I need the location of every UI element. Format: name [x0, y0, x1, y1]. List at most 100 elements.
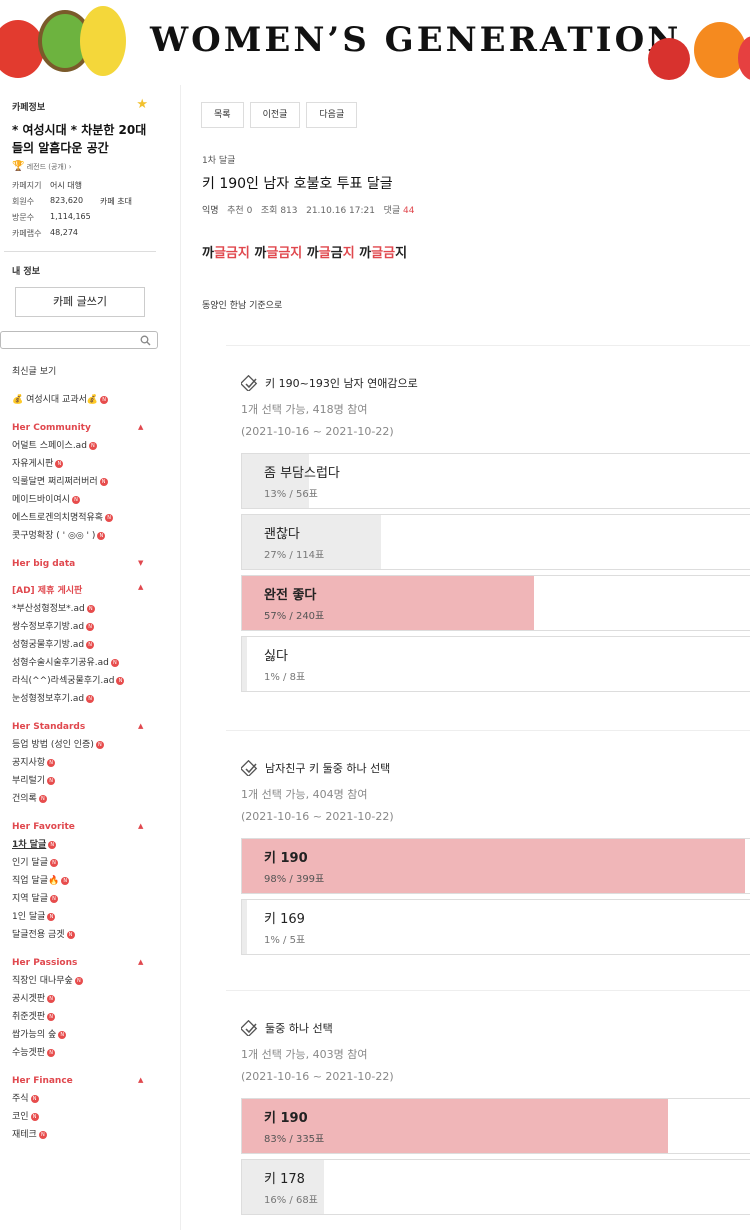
headline-segment: 까 [249, 246, 267, 261]
menu-item[interactable]: 익룰달면 쩌리쩌러버러 N [0, 473, 160, 491]
menu-item[interactable]: 공시겟판 N [0, 990, 160, 1008]
menu-item[interactable]: 취준겟판 N [0, 1008, 160, 1026]
menu-item[interactable]: 건의록 N [0, 790, 160, 808]
new-badge-icon: N [99, 477, 108, 486]
new-badge-icon: N [86, 694, 95, 703]
header-banner: WOMEN’S GENERATION [0, 0, 750, 85]
toggle-arrow-icon[interactable]: ▲ [138, 583, 143, 591]
toggle-arrow-icon[interactable]: ▲ [138, 822, 143, 830]
lemon-mascot-icon [80, 6, 126, 76]
search-icon[interactable] [140, 335, 151, 346]
poll-option[interactable]: 키 190 98% / 399표 [241, 838, 750, 894]
menu-item[interactable]: 쌍수정보후기방.ad N [0, 618, 160, 636]
menu-item[interactable]: 어덜트 스페이스.ad N [0, 437, 160, 455]
sidebar-search-input[interactable] [0, 331, 158, 349]
star-icon[interactable]: ★ [136, 97, 148, 112]
post-category[interactable]: 1차 달글 [202, 153, 235, 166]
textbook-link[interactable]: 💰 여성시대 교과서💰 N [0, 391, 160, 409]
next-post-button[interactable]: 다음글 [306, 102, 358, 128]
menu-item[interactable]: 등업 방법 (성인 인증) N [0, 736, 160, 754]
menu-item[interactable]: 성형수술시술후기공유.ad N [0, 654, 160, 672]
poll-option-result: 83% / 335표 [264, 1134, 325, 1145]
cafe-name[interactable]: * 여성시대 * 차분한 20대들의 알흠다운 공간 [12, 121, 148, 157]
toggle-arrow-icon[interactable]: ▲ [138, 722, 143, 730]
recent-posts-link[interactable]: 최신글 보기 [0, 363, 160, 381]
menu-item[interactable]: 성형궁물후기방.ad N [0, 636, 160, 654]
toggle-arrow-icon[interactable]: ▼ [138, 559, 143, 567]
poll-info: 1개 선택 가능, 404명 참여 (2021-10-16 ~ 2021-10-2… [241, 788, 394, 823]
menu-item[interactable]: 눈성형정보후기.ad N [0, 690, 160, 708]
menu-item[interactable]: 1차 달글 N [0, 836, 160, 854]
poll-option[interactable]: 좀 부담스럽다 13% / 56표 [241, 453, 750, 509]
poll-option[interactable]: 완전 좋다 57% / 240표 [241, 575, 750, 631]
poll-divider [226, 345, 750, 346]
menu-item[interactable]: 직장인 대나무숲 N [0, 972, 160, 990]
poll-option[interactable]: 키 169 1% / 5표 [241, 899, 750, 955]
headline-segment: 까 [302, 246, 319, 261]
apple-mascot-icon [0, 20, 44, 78]
menu-item[interactable]: 직업 달글🔥 N [0, 872, 160, 890]
poll-option-label: 싫다 [264, 649, 288, 664]
comments-link[interactable]: 댓글 44 [384, 206, 415, 216]
poll-option[interactable]: 괜찮다 27% / 114표 [241, 514, 750, 570]
menu-item[interactable]: 달글전용 금겟 N [0, 926, 160, 944]
new-badge-icon: N [86, 640, 95, 649]
poll-option[interactable]: 키 178 16% / 68표 [241, 1159, 750, 1215]
cafe-info-label: 카페정보 ★ [12, 97, 148, 113]
poll-option[interactable]: 싫다 1% / 8표 [241, 636, 750, 692]
vote-check-icon [241, 375, 258, 391]
toggle-arrow-icon[interactable]: ▲ [138, 958, 143, 966]
poll-question: 둘중 하나 선택 [241, 1020, 750, 1036]
post-views: 조회 813 [260, 206, 298, 216]
new-badge-icon: N [86, 604, 95, 613]
menu-item[interactable]: 1인 달글 N [0, 908, 160, 926]
menu-item[interactable]: 메이드바이여시 N [0, 491, 160, 509]
new-badge-icon: N [48, 840, 57, 849]
stat-row: 카페지기 어시 대행 [12, 181, 82, 190]
list-button[interactable]: 목록 [201, 102, 244, 128]
menu-item[interactable]: 코인 N [0, 1108, 160, 1126]
poll-question: 키 190~193인 남자 연애감으로 [241, 375, 750, 391]
new-badge-icon: N [86, 622, 95, 631]
write-post-button[interactable]: 카페 글쓰기 [15, 287, 145, 317]
menu-group-title[interactable]: Her Passions ▲ [0, 958, 160, 968]
menu-group-title[interactable]: Her Standards ▲ [0, 722, 160, 732]
stat-row: 방문수 1,114,165 [12, 212, 91, 222]
menu-group-title[interactable]: Her big data ▼ [0, 559, 160, 569]
menu-item[interactable]: 지역 달글 N [0, 890, 160, 908]
poll-option-label: 좀 부담스럽다 [264, 466, 340, 481]
invite-link[interactable]: 카페 초대 [100, 196, 132, 207]
menu-item[interactable]: 자유게시판 N [0, 455, 160, 473]
menu-item[interactable]: 에스트로겐의치명적유혹 N [0, 509, 160, 527]
menu-item[interactable]: 주식 N [0, 1090, 160, 1108]
menu-item[interactable]: *부산성형정보*.ad N [0, 600, 160, 618]
menu-group-title[interactable]: [AD] 제휴 게시판 ▲ [0, 583, 160, 596]
menu-item[interactable]: 수능겟판 N [0, 1044, 160, 1062]
menu-item[interactable]: 인기 달글 N [0, 854, 160, 872]
menu-item[interactable]: 재테크 N [0, 1126, 160, 1144]
toggle-arrow-icon[interactable]: ▲ [138, 423, 143, 431]
post-author[interactable]: 익명 [202, 206, 219, 216]
poll-info: 1개 선택 가능, 403명 참여 (2021-10-16 ~ 2021-10-2… [241, 1048, 394, 1083]
poll-option[interactable]: 키 190 83% / 335표 [241, 1098, 750, 1154]
menu-item[interactable]: 라식(^^)라섹궁물후기.ad N [0, 672, 160, 690]
prev-post-button[interactable]: 이전글 [249, 102, 301, 128]
menu-group-title[interactable]: Her Favorite ▲ [0, 822, 160, 832]
new-badge-icon: N [105, 513, 114, 522]
new-badge-icon: N [88, 441, 97, 450]
menu-item[interactable]: 콧구멍확장 ( ' ◎◎ ' ) N [0, 527, 160, 545]
new-badge-icon: N [61, 876, 70, 885]
menu-item[interactable]: 부리털기 N [0, 772, 160, 790]
post-body: 동양인 한남 기준으로 [202, 301, 283, 311]
menu-item[interactable]: 쌉가능의 숲N [0, 1026, 160, 1044]
menu-item[interactable]: 공지사항 N [0, 754, 160, 772]
poll: 남자친구 키 둘중 하나 선택 1개 선택 가능, 404명 참여 (2021-10… [241, 760, 750, 955]
headline-segment: 글 [318, 246, 331, 261]
new-badge-icon: N [74, 976, 83, 985]
menu-group-title[interactable]: Her Community ▲ [0, 423, 160, 433]
poll-option-result: 1% / 8표 [264, 672, 306, 683]
menu-group-title[interactable]: Her Finance ▲ [0, 1076, 160, 1086]
post-nav: 목록 이전글 다음글 [201, 102, 358, 128]
toggle-arrow-icon[interactable]: ▲ [138, 1076, 143, 1084]
new-badge-icon: N [47, 758, 56, 767]
